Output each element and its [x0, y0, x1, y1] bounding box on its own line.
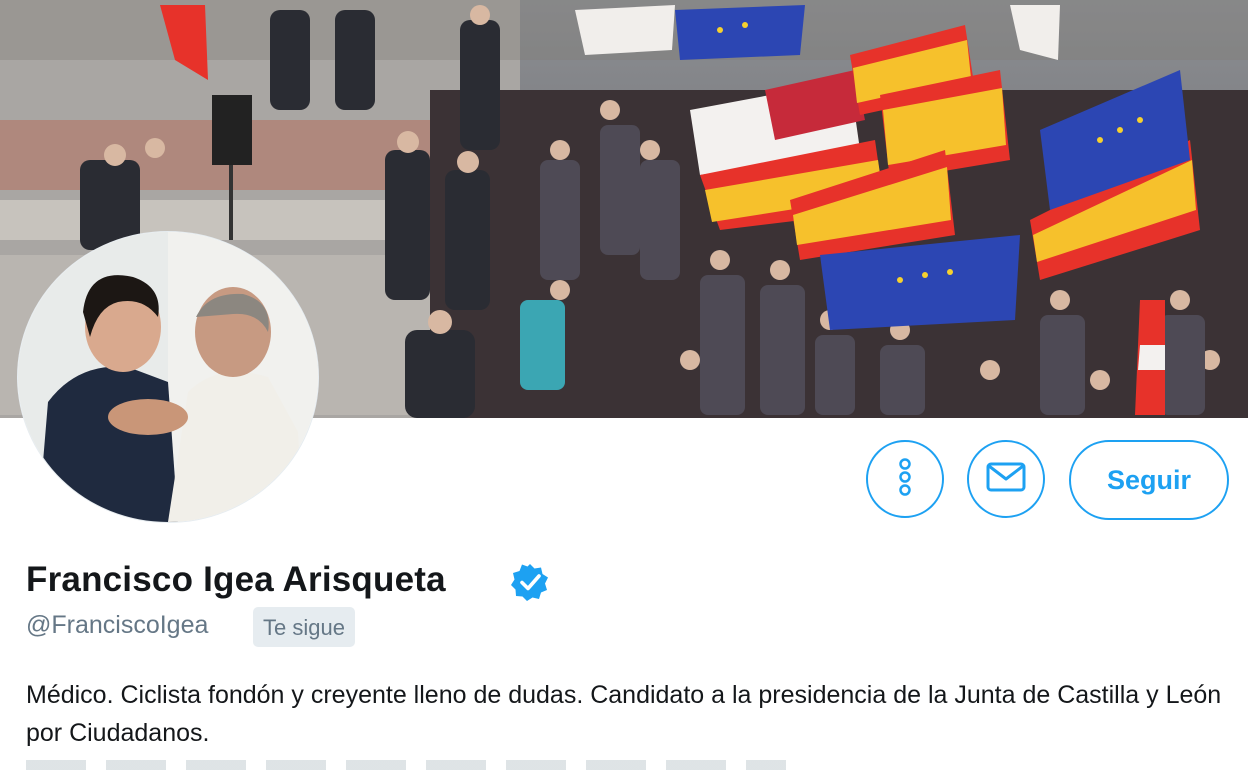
display-name: Francisco Igea Arisqueta: [26, 560, 446, 599]
follows-you-badge: Te sigue: [253, 607, 355, 647]
follow-button[interactable]: Seguir: [1069, 440, 1229, 520]
envelope-icon: [986, 462, 1026, 497]
verified-badge-icon: [510, 562, 550, 607]
username-handle: @FranciscoIgea: [26, 611, 209, 639]
profile-bio: Médico. Ciclista fondón y creyente lleno…: [26, 681, 1222, 747]
more-options-button[interactable]: [866, 440, 944, 518]
more-vertical-icon: [898, 457, 912, 502]
send-message-button[interactable]: [967, 440, 1045, 518]
avatar-photo: [18, 232, 318, 522]
cropped-profile-metadata-line: [26, 760, 786, 770]
profile-avatar[interactable]: [18, 232, 318, 522]
